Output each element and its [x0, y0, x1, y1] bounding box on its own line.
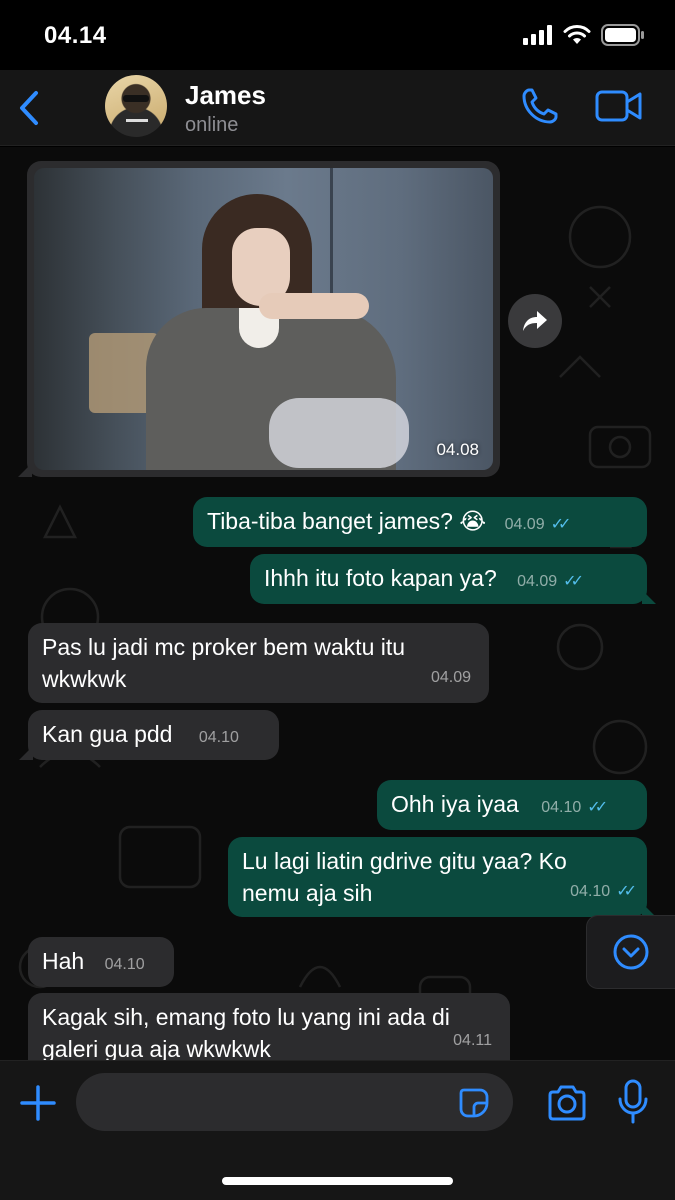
image-message[interactable]: 04.08: [18, 161, 500, 477]
message-text: Pas lu jadi mc proker bem waktu itu wkwk…: [42, 634, 406, 692]
read-ticks-icon: ✓✓: [587, 799, 608, 816]
message-time: 04.11: [453, 1032, 492, 1049]
sticker-icon: [459, 1088, 489, 1118]
message-bubble-incoming[interactable]: Kan gua pdd 04.10: [19, 710, 279, 760]
message-meta: 04.09: [431, 662, 471, 694]
message-text: Ohh iya iyaa: [391, 791, 519, 817]
bubble-tail: [18, 463, 32, 477]
message-meta: 04.09 ✓✓: [517, 566, 584, 598]
avatar-sunglasses: [123, 95, 149, 102]
battery-icon: [601, 24, 644, 46]
message-input[interactable]: [76, 1073, 513, 1131]
bubble-tail: [642, 590, 656, 604]
message-time: 04.09: [430, 669, 471, 686]
message-time: 04.10: [198, 729, 239, 746]
message-bubble-outgoing[interactable]: Tiba-tiba banget james? 😭 04.09 ✓✓: [193, 497, 647, 547]
message-text: Kan gua pdd: [42, 721, 173, 747]
message-text: Tiba-tiba banget james? 😭: [207, 508, 487, 534]
message-time: 04.09: [517, 573, 558, 590]
status-bar: 04.14: [0, 0, 675, 70]
video-call-button[interactable]: [595, 88, 643, 124]
message-bubble-outgoing[interactable]: Ohh iya iyaa 04.10 ✓✓: [377, 780, 647, 830]
video-camera-icon: [595, 90, 642, 122]
read-ticks-icon: ✓✓: [550, 516, 572, 533]
avatar[interactable]: [105, 75, 167, 137]
forward-icon: [523, 311, 547, 331]
photo-hand: [259, 293, 369, 319]
read-ticks-icon: ✓✓: [563, 573, 584, 590]
message-meta: 04.10: [199, 722, 239, 754]
message-meta: 04.10 ✓✓: [570, 876, 637, 908]
message-bubble-outgoing[interactable]: Lu lagi liatin gdrive gitu yaa? Ko nemu …: [228, 837, 656, 917]
message-text: Hah: [42, 948, 85, 974]
message-time: 04.10: [570, 883, 611, 900]
message-time: 04.10: [104, 956, 145, 973]
message-bubble-incoming[interactable]: Hah 04.10: [28, 937, 174, 987]
status-icons: [523, 24, 645, 46]
plus-icon: [20, 1085, 56, 1121]
avatar-shirt: [126, 119, 148, 122]
message-meta: 04.10: [105, 949, 145, 981]
message-input-bar: [0, 1060, 675, 1200]
read-ticks-icon: ✓✓: [616, 883, 637, 900]
camera-button[interactable]: [546, 1083, 588, 1123]
chevron-left-icon: [20, 91, 38, 125]
message-time: 04.08: [436, 440, 479, 459]
message-photo[interactable]: 04.08: [34, 168, 493, 470]
message-meta: 04.09 ✓✓: [504, 509, 572, 541]
contact-status: online: [185, 114, 239, 136]
message-text: Lu lagi liatin gdrive gitu yaa? Ko nemu …: [242, 848, 567, 906]
message-meta: 04.10 ✓✓: [541, 792, 608, 824]
phone-icon: [522, 88, 558, 124]
scroll-to-bottom-button[interactable]: [586, 915, 675, 989]
message-meta: 04.11: [453, 1025, 492, 1057]
message-bubble-outgoing[interactable]: Ihhh itu foto kapan ya? 04.09 ✓✓: [250, 554, 656, 604]
cellular-signal-icon: [523, 25, 552, 45]
sticker-button[interactable]: [458, 1087, 490, 1119]
attach-button[interactable]: [18, 1083, 58, 1123]
message-bubble-incoming[interactable]: Kagak sih, emang foto lu yang ini ada di…: [28, 993, 510, 1060]
message-text: Ihhh itu foto kapan ya?: [264, 565, 497, 591]
message-time: 04.09: [504, 516, 545, 533]
message-text: Kagak sih, emang foto lu yang ini ada di…: [42, 1004, 450, 1060]
bubble-tail: [19, 746, 33, 760]
message-time: 04.10: [541, 799, 582, 816]
voice-message-button[interactable]: [616, 1079, 650, 1125]
back-button[interactable]: [14, 88, 44, 128]
microphone-icon: [618, 1079, 648, 1124]
photo-cloth: [269, 398, 409, 468]
status-time: 04.14: [44, 22, 107, 49]
wifi-icon: [563, 25, 591, 44]
message-bubble-incoming[interactable]: Pas lu jadi mc proker bem waktu itu wkwk…: [28, 623, 489, 703]
contact-name[interactable]: James: [185, 80, 266, 111]
camera-icon: [548, 1085, 586, 1121]
chevron-down-circle-icon: [613, 934, 649, 970]
chat-area[interactable]: 04.08 Tiba-tiba banget james? 😭 04.09 ✓✓…: [0, 147, 675, 1060]
home-indicator: [222, 1177, 453, 1185]
chat-header: James online: [0, 70, 675, 146]
forward-button[interactable]: [508, 294, 562, 348]
voice-call-button[interactable]: [520, 86, 560, 126]
